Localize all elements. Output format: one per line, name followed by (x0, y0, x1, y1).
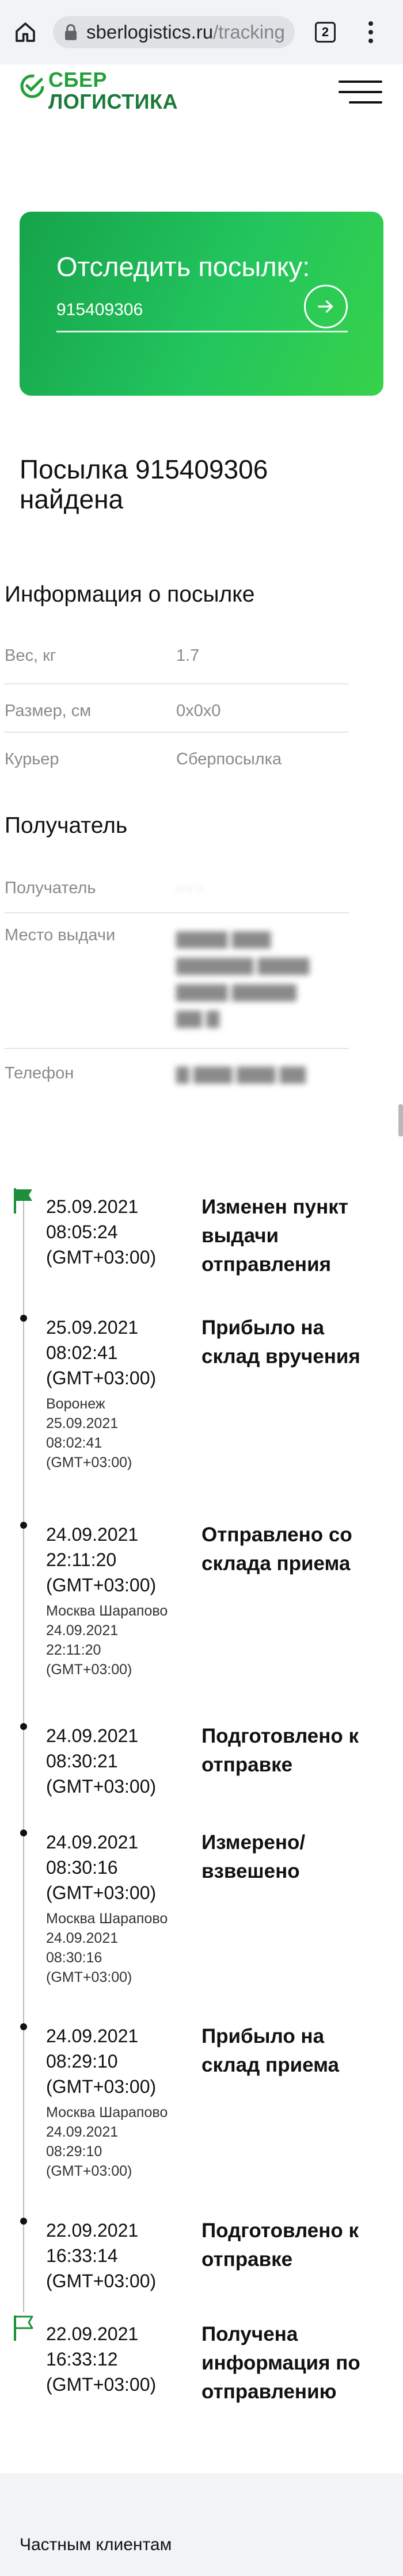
recipient-row-name: Получатель · · · (5, 871, 349, 913)
footer-link-private-clients[interactable]: Частным клиентам (20, 2535, 172, 2555)
timeline-dot (20, 1829, 27, 1836)
timeline-place: Воронеж 25.09.2021 08:02:41 (GMT+03:00) (46, 1396, 132, 1471)
menu-dot-icon (368, 30, 373, 35)
timeline-place: Москва Шарапово 24.09.2021 08:29:10 (GMT+03… (46, 2104, 168, 2179)
recipient-label: Место выдачи (5, 926, 116, 944)
timeline-status: Прибыло на склад приема (202, 2025, 339, 2076)
flag-outline-icon (13, 2314, 36, 2342)
burger-line (339, 91, 382, 93)
timeline-dot (20, 1723, 27, 1730)
timeline-datetime: 24.09.2021 22:11:20 (GMT+03:00) (46, 1524, 157, 1595)
info-label: Вес, кг (5, 646, 56, 665)
recipient-table: Получатель · · · Место выдачи ▇▇▇▇ ▇▇▇ ▇▇… (5, 871, 349, 1095)
timeline-status: Изменен пункт выдачи отправления (202, 1196, 348, 1276)
parcel-info-heading: Информация о посылке (5, 582, 255, 607)
tab-switcher-button[interactable]: 2 (311, 20, 340, 45)
burger-line (349, 101, 382, 104)
timeline-datetime: 22.09.2021 16:33:12 (GMT+03:00) (46, 2324, 157, 2395)
menu-dot-icon (368, 21, 373, 26)
tracking-input-row (56, 284, 348, 332)
phone-redacted: ▇ ▇▇▇ ▇▇▇ ▇▇ (176, 1065, 306, 1084)
timeline-place: Москва Шарапово 24.09.2021 22:11:20 (GMT+03… (46, 1603, 168, 1678)
footer: Частным клиентам (0, 2473, 403, 2576)
track-submit-button[interactable] (304, 284, 348, 328)
timeline-status: Измерено/ взвешено (202, 1831, 306, 1882)
timeline-dot (20, 2218, 27, 2225)
hamburger-menu-button[interactable] (339, 81, 382, 104)
logo-line-1: СБЕР (48, 68, 107, 91)
sber-logo-icon (20, 74, 44, 98)
lock-icon (65, 24, 77, 40)
timeline-datetime: 24.09.2021 08:29:10 (GMT+03:00) (46, 2026, 157, 2097)
info-label: Курьер (5, 750, 59, 768)
timeline-datetime: 25.09.2021 08:02:41 (GMT+03:00) (46, 1317, 157, 1388)
info-value: 0x0x0 (176, 702, 221, 720)
tab-count: 2 (315, 22, 336, 43)
menu-dot-icon (368, 39, 373, 43)
timeline-datetime: 25.09.2021 08:05:24 (GMT+03:00) (46, 1196, 157, 1268)
tracking-title: Отследить посылку: (56, 251, 310, 282)
parcel-found-title: Посылка 915409306 найдена (20, 454, 268, 514)
parcel-info-table: Вес, кг 1.7 Размер, см 0x0x0 Курьер Сбер… (5, 638, 349, 781)
recipient-heading: Получатель (5, 813, 128, 838)
burger-line (339, 81, 382, 83)
info-row-weight: Вес, кг 1.7 (5, 638, 349, 684)
timeline-datetime: 22.09.2021 16:33:14 (GMT+03:00) (46, 2220, 157, 2291)
tracking-card: Отследить посылку: (20, 212, 383, 396)
info-row-courier: Курьер Сберпосылка (5, 733, 349, 781)
more-menu-button[interactable] (359, 15, 382, 49)
url-host: sberlogistics.ru (86, 21, 214, 43)
timeline-place: Москва Шарапово 24.09.2021 08:30:16 (GMT+03… (46, 1911, 168, 1985)
recipient-label: Телефон (5, 1064, 74, 1082)
address-bar[interactable]: sberlogistics.ru/tracking (53, 16, 295, 48)
timeline-dot (20, 1315, 27, 1322)
timeline-dot (20, 2023, 27, 2030)
timeline-status: Подготовлено к отправке (202, 2219, 359, 2271)
recipient-label: Получатель (5, 879, 96, 897)
timeline-status: Прибыло на склад вручения (202, 1316, 360, 1368)
timeline-dot (20, 1522, 27, 1529)
arrow-right-icon (318, 300, 333, 313)
home-button[interactable] (0, 0, 51, 64)
info-value: 1.7 (176, 646, 200, 665)
logo-line-2: ЛОГИСТИКА (48, 90, 178, 113)
timeline-line (23, 1191, 24, 2312)
recipient-row-phone: Телефон ▇ ▇▇▇ ▇▇▇ ▇▇ (5, 1049, 349, 1095)
timeline-datetime: 24.09.2021 08:30:21 (GMT+03:00) (46, 1725, 157, 1797)
timeline-datetime: 24.09.2021 08:30:16 (GMT+03:00) (46, 1832, 157, 1903)
logo-link[interactable]: СБЕР ЛОГИСТИКА (20, 69, 192, 115)
recipient-row-pickup: Место выдачи ▇▇▇▇ ▇▇▇ ▇▇▇▇▇▇ ▇▇▇▇ ▇▇▇▇ ▇▇▇… (5, 913, 349, 1049)
recipient-value-redacted: · · · (176, 879, 203, 897)
flag-filled-icon (14, 1188, 32, 1214)
timeline-status: Получена информация по отправлению (202, 2323, 360, 2403)
timeline-status: Подготовлено к отправке (202, 1725, 359, 1776)
url-text: sberlogistics.ru/tracking (86, 21, 285, 43)
info-value: Сберпосылка (176, 750, 282, 768)
tracking-number-input[interactable] (56, 300, 275, 320)
browser-toolbar: sberlogistics.ru/tracking 2 (0, 0, 403, 64)
info-row-size: Размер, см 0x0x0 (5, 684, 349, 733)
logo-text: СБЕР ЛОГИСТИКА (48, 69, 178, 113)
home-icon (16, 22, 35, 42)
timeline-status: Отправлено со склада приема (202, 1524, 352, 1575)
pickup-address-redacted: ▇▇▇▇ ▇▇▇ ▇▇▇▇▇▇ ▇▇▇▇ ▇▇▇▇ ▇▇▇▇▇ ▇▇ ▇ (176, 930, 310, 1028)
info-label: Размер, см (5, 702, 92, 720)
url-path: /tracking (213, 21, 285, 43)
scrollbar-thumb[interactable] (398, 1104, 403, 1136)
